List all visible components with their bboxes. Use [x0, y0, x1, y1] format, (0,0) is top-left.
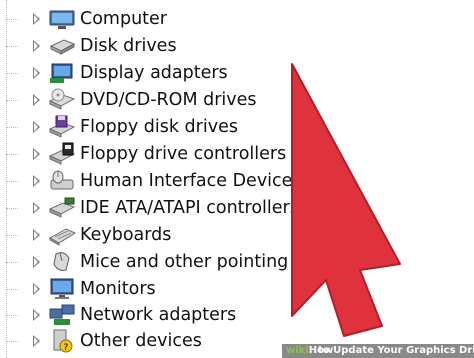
floppy-controller-icon [48, 142, 76, 165]
tree-branch-line [6, 289, 18, 290]
red-arrow-pointer [291, 63, 401, 337]
tree-branch-line [6, 262, 18, 263]
tree-branch-line [6, 46, 18, 47]
mouse-icon [53, 252, 70, 271]
other-devices-icon: ? [53, 329, 73, 353]
watermark-text: to Update Your Graphics Driver [318, 345, 474, 356]
expand-arrow-icon[interactable] [33, 67, 40, 79]
svg-text:?: ? [64, 343, 69, 353]
network-adapter-icon [49, 304, 75, 325]
tree-branch-line [6, 341, 18, 342]
expand-arrow-icon[interactable] [33, 283, 40, 295]
tree-branch-line [6, 181, 18, 182]
dvd-drive-icon [48, 88, 76, 110]
tree-item-label: Monitors [80, 279, 156, 299]
tree-item-label: Computer [80, 9, 167, 29]
expand-arrow-icon[interactable] [33, 121, 40, 133]
floppy-disk-icon [48, 115, 76, 138]
tree-item-label: Floppy disk drives [80, 117, 238, 137]
expand-arrow-icon[interactable] [33, 148, 40, 160]
tree-branch-line [6, 19, 18, 20]
tree-item-label: DVD/CD-ROM drives [80, 90, 257, 110]
tree-item-computer[interactable]: Computer [0, 6, 474, 33]
ide-controller-icon [48, 197, 76, 218]
expand-arrow-icon[interactable] [33, 40, 40, 52]
tree-branch-line [6, 154, 18, 155]
expand-arrow-icon[interactable] [33, 202, 40, 214]
tree-branch-line [6, 315, 18, 316]
tree-item-label: Floppy drive controllers [80, 144, 287, 164]
tree-item-disk-drives[interactable]: Disk drives [0, 33, 474, 60]
keyboard-icon [48, 228, 76, 246]
tree-item-label: Other devices [80, 331, 202, 351]
tree-item-label: Display adapters [80, 63, 228, 83]
tree-item-label: Human Interface Devices [80, 171, 302, 191]
tree-branch-line [6, 208, 18, 209]
tree-item-label: Keyboards [80, 225, 172, 245]
expand-arrow-icon[interactable] [33, 13, 40, 25]
tree-item-label: IDE ATA/ATAPI controllers [80, 198, 299, 218]
tree-branch-line [6, 100, 18, 101]
tree-branch-line [6, 235, 18, 236]
tree-branch-line [6, 73, 18, 74]
watermark-banner: wikiHow to Update Your Graphics Driver [282, 344, 474, 358]
expand-arrow-icon[interactable] [33, 94, 40, 106]
hid-icon [50, 170, 74, 190]
expand-arrow-icon[interactable] [33, 256, 40, 268]
tree-item-label: Disk drives [80, 36, 177, 56]
tree-branch-line [6, 127, 18, 128]
display-adapter-icon [50, 63, 73, 83]
monitor-icon [50, 278, 74, 299]
expand-arrow-icon[interactable] [33, 335, 40, 347]
expand-arrow-icon[interactable] [33, 175, 40, 187]
tree-item-label: Network adapters [80, 305, 237, 325]
computer-icon [49, 10, 75, 29]
disk-drive-icon [49, 39, 76, 55]
expand-arrow-icon[interactable] [33, 229, 40, 241]
expand-arrow-icon[interactable] [33, 309, 40, 321]
